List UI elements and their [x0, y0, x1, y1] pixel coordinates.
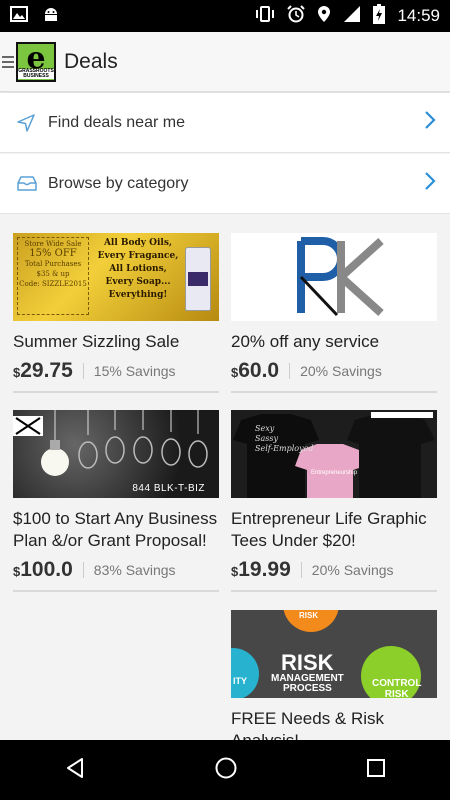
- deal-title: 20% off any service: [231, 332, 380, 351]
- location-icon: [317, 5, 331, 28]
- app-logo[interactable]: e GRASSROOTS BUSINESS: [16, 41, 56, 82]
- deal-price-row: $100.0 83% Savings: [13, 558, 219, 592]
- signal-icon: [343, 5, 361, 28]
- inbox-tray-icon: [16, 175, 38, 193]
- deal-card[interactable]: RISK RISK MANAGEMENT PROCESS CONTROL RIS…: [231, 610, 437, 740]
- image-notification-icon: [10, 5, 28, 27]
- deal-card[interactable]: Store Wide Sale 15% OFF Total Purchases …: [13, 233, 219, 393]
- vibrate-icon: [255, 5, 275, 28]
- find-deals-label: Find deals near me: [48, 113, 185, 131]
- page-title: Deals: [64, 49, 118, 73]
- battery-icon: [373, 3, 386, 29]
- deal-savings: 83% Savings: [82, 562, 176, 578]
- recents-icon[interactable]: [365, 757, 387, 784]
- android-notification-icon: [42, 5, 60, 28]
- drawer-menu-icon[interactable]: [2, 55, 14, 68]
- deal-title: Summer Sizzling Sale: [13, 332, 180, 351]
- deal-price: $60.0: [231, 359, 280, 382]
- system-navigation-bar: [0, 740, 450, 800]
- deal-savings: 20% Savings: [300, 562, 394, 578]
- deal-price: $100.0: [13, 558, 73, 581]
- deal-savings: 15% Savings: [82, 363, 176, 379]
- deal-image: Sexy Sassy Self-Employed Entrepreneurshi…: [231, 410, 437, 498]
- deal-title: FREE Needs & Risk Analysis!: [231, 709, 385, 740]
- find-deals-near-me-row[interactable]: Find deals near me: [0, 93, 450, 153]
- browse-by-category-row[interactable]: Browse by category: [0, 154, 450, 214]
- deal-savings: 20% Savings: [289, 363, 382, 379]
- chevron-right-icon: [424, 171, 436, 197]
- deal-image: Store Wide Sale 15% OFF Total Purchases …: [13, 233, 219, 321]
- home-icon[interactable]: [214, 756, 238, 785]
- deal-price: $29.75: [13, 359, 73, 382]
- navigation-arrow-icon: [16, 113, 38, 133]
- deal-image: RISK RISK MANAGEMENT PROCESS CONTROL RIS…: [231, 610, 437, 698]
- deal-price-row: $19.99 20% Savings: [231, 558, 437, 592]
- deal-price-row: $60.0 20% Savings: [231, 359, 437, 393]
- chevron-right-icon: [424, 110, 436, 136]
- status-time: 14:59: [397, 6, 440, 25]
- browse-category-label: Browse by category: [48, 174, 189, 192]
- deal-title: $100 to Start Any Business Plan &/or Gra…: [13, 509, 218, 550]
- deal-card[interactable]: 20% off any service $60.0 20% Savings: [231, 233, 437, 393]
- deal-title: Entrepreneur Life Graphic Tees Under $20…: [231, 509, 427, 550]
- deal-price: $19.99: [231, 558, 291, 581]
- app-bar: e GRASSROOTS BUSINESS Deals: [0, 32, 450, 92]
- status-bar: 14:59: [0, 0, 450, 32]
- back-icon[interactable]: [63, 756, 87, 785]
- deal-price-row: $29.75 15% Savings: [13, 359, 219, 393]
- alarm-icon: [287, 4, 306, 28]
- deal-card[interactable]: 844 BLK-T-BIZ $100 to Start Any Business…: [13, 410, 219, 592]
- deal-card[interactable]: Sexy Sassy Self-Employed Entrepreneurshi…: [231, 410, 437, 592]
- deal-image: [231, 233, 437, 321]
- deal-image: 844 BLK-T-BIZ: [13, 410, 219, 498]
